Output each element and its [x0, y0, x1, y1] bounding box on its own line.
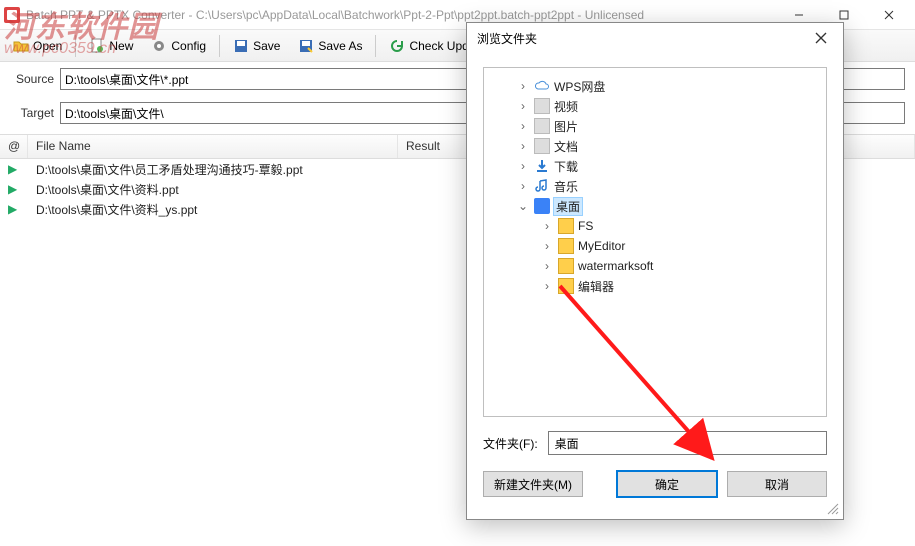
download-icon — [534, 158, 550, 174]
music-icon — [534, 178, 550, 194]
new-label: New — [109, 39, 133, 53]
folder-icon — [558, 258, 574, 274]
expand-icon: › — [540, 279, 554, 293]
cloud-icon — [534, 78, 550, 94]
expand-icon: › — [516, 99, 530, 113]
saveas-label: Save As — [318, 39, 362, 53]
source-label: Source — [10, 72, 54, 86]
folder-icon — [558, 218, 574, 234]
tree-item-more[interactable]: ›编辑器 — [488, 276, 822, 296]
open-icon — [13, 38, 29, 54]
collapse-icon: ⌄ — [516, 199, 530, 213]
dialog-title: 浏览文件夹 — [477, 30, 809, 47]
expand-icon: › — [540, 239, 554, 253]
expand-icon: › — [516, 79, 530, 93]
saveas-button[interactable]: Save As — [291, 35, 369, 57]
expand-icon: › — [516, 139, 530, 153]
tree-item-video[interactable]: ›视频 — [488, 96, 822, 116]
config-label: Config — [171, 39, 206, 53]
expand-icon: › — [516, 119, 530, 133]
folder-name-label: 文件夹(F): — [483, 435, 538, 452]
expand-icon: › — [540, 219, 554, 233]
app-icon — [4, 7, 20, 23]
tree-item-downloads[interactable]: ›下载 — [488, 156, 822, 176]
new-icon — [89, 38, 105, 54]
dialog-buttons: 新建文件夹(M) 确定 取消 — [467, 455, 843, 513]
resize-grip[interactable] — [825, 501, 841, 517]
cancel-button[interactable]: 取消 — [727, 471, 827, 497]
open-label: Open — [33, 39, 62, 53]
desktop-icon — [534, 198, 550, 214]
pictures-icon — [534, 118, 550, 134]
tree-item-music[interactable]: ›音乐 — [488, 176, 822, 196]
expand-icon: › — [540, 259, 554, 273]
play-icon: ▶ — [0, 182, 28, 196]
new-button[interactable]: New — [82, 35, 140, 57]
tree-item-documents[interactable]: ›文档 — [488, 136, 822, 156]
folder-name-row: 文件夹(F): — [483, 431, 827, 455]
browse-folder-dialog: 浏览文件夹 ›WPS网盘 ›视频 ›图片 ›文档 ›下载 ›音乐 ⌄ 桌面 ›FS… — [466, 22, 844, 520]
toolbar-separator — [219, 35, 220, 57]
tree-selected: 桌面 — [554, 198, 582, 215]
tree-item-pictures[interactable]: ›图片 — [488, 116, 822, 136]
expand-icon: › — [516, 159, 530, 173]
file-cell: D:\tools\桌面\文件\资料.ppt — [28, 181, 398, 198]
target-label: Target — [10, 106, 54, 120]
tree-item-myeditor[interactable]: ›MyEditor — [488, 236, 822, 256]
tree-item-desktop[interactable]: ⌄ 桌面 — [488, 196, 822, 216]
folder-icon — [558, 238, 574, 254]
tree-item-wps[interactable]: ›WPS网盘 — [488, 76, 822, 96]
window-title: Batch PPT & PPTX Converter - C:\Users\pc… — [26, 8, 776, 22]
toolbar-separator — [375, 35, 376, 57]
save-button[interactable]: Save — [226, 35, 287, 57]
config-button[interactable]: Config — [144, 35, 213, 57]
tree-item-watermarksoft[interactable]: ›watermarksoft — [488, 256, 822, 276]
video-icon — [534, 98, 550, 114]
folder-icon — [558, 278, 574, 294]
file-cell: D:\tools\桌面\文件\资料_ys.ppt — [28, 201, 398, 218]
folder-tree[interactable]: ›WPS网盘 ›视频 ›图片 ›文档 ›下载 ›音乐 ⌄ 桌面 ›FS ›MyEd… — [483, 67, 827, 417]
toolbar-separator — [75, 35, 76, 57]
new-folder-button[interactable]: 新建文件夹(M) — [483, 471, 583, 497]
expand-icon: › — [516, 179, 530, 193]
save-label: Save — [253, 39, 280, 53]
open-button[interactable]: Open — [6, 35, 69, 57]
refresh-icon — [389, 38, 405, 54]
saveas-icon — [298, 38, 314, 54]
play-icon: ▶ — [0, 162, 28, 176]
col-filename[interactable]: File Name — [28, 135, 398, 158]
file-cell: D:\tools\桌面\文件\员工矛盾处理沟通技巧-覃毅.ppt — [28, 161, 398, 178]
save-icon — [233, 38, 249, 54]
dialog-titlebar: 浏览文件夹 — [467, 23, 843, 53]
dialog-close-button[interactable] — [809, 26, 833, 50]
documents-icon — [534, 138, 550, 154]
tree-item-fs[interactable]: ›FS — [488, 216, 822, 236]
close-button[interactable] — [866, 1, 911, 29]
col-at[interactable]: @ — [0, 135, 28, 158]
config-icon — [151, 38, 167, 54]
folder-name-input[interactable] — [548, 431, 827, 455]
play-icon: ▶ — [0, 202, 28, 216]
ok-button[interactable]: 确定 — [617, 471, 717, 497]
